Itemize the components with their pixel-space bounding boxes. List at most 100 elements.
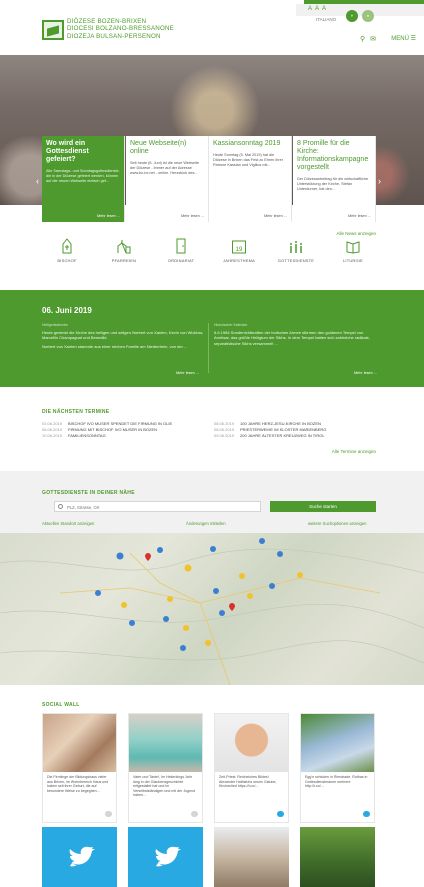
- event-title: 200 JAHRE ÄLTESTER KREUZWEG IN TIROL: [240, 433, 325, 438]
- cluster-marker[interactable]: [129, 620, 135, 626]
- news-card-text: Der Diözesanbeitrag für die wirtschaftli…: [297, 177, 369, 191]
- saints-more-link[interactable]: Mehr lesen ...: [176, 371, 199, 375]
- news-card-title: Wo wird ein Gottesdienst gefeiert?: [46, 140, 89, 163]
- historic-calendar-tag: Historischer Kalender: [214, 323, 248, 327]
- quick-link-liturgy[interactable]: LITURGIE: [328, 238, 378, 263]
- map-pin-icon[interactable]: [229, 603, 235, 611]
- news-card[interactable]: Neue Webseite(n) online Seit heute (6. J…: [126, 136, 209, 222]
- cluster-marker[interactable]: [167, 596, 173, 602]
- map-markers[interactable]: [95, 538, 303, 651]
- cluster-marker[interactable]: [259, 538, 265, 544]
- menu-label: MENÜ: [391, 36, 409, 42]
- event-item[interactable]: 10.06.2019 FAMILIENSONNTAG: [42, 433, 106, 438]
- candles-icon: [290, 241, 302, 253]
- diocese-logo-icon[interactable]: [42, 20, 64, 40]
- historic-calendar: Historischer Kalender 6.6.1984 Sonderric…: [214, 323, 380, 346]
- news-card-title: Neue Webseite(n) online: [130, 140, 187, 155]
- news-card[interactable]: Kassiansonntag 2019 Heute Sonntag (5. Ma…: [209, 136, 292, 222]
- historic-more-link[interactable]: Mehr lesen ...: [354, 371, 377, 375]
- menu-button[interactable]: MENÜ ☰: [391, 35, 416, 42]
- quick-links: BISCHOF PFARREIEN ORDINARIAT 19 JAHRESTH…: [42, 238, 378, 278]
- twitter-icon: [277, 811, 284, 817]
- cluster-marker[interactable]: [183, 625, 189, 631]
- search-icon[interactable]: ⚲: [360, 36, 365, 43]
- location-pin-icon: [58, 504, 63, 509]
- language-switch[interactable]: ITALIANO: [316, 17, 336, 22]
- cluster-marker[interactable]: [269, 583, 275, 589]
- event-title: 100 JAHRE HERZ-JESU-KIRCHE IN BOZEN: [240, 421, 321, 426]
- cluster-marker[interactable]: [213, 588, 219, 594]
- cluster-marker[interactable]: [210, 546, 216, 552]
- mass-map[interactable]: [0, 533, 424, 685]
- brand-line-lad: DIOZEJA BULSAN-PERSENON: [67, 32, 161, 40]
- map-terrain: [0, 548, 424, 664]
- cluster-marker[interactable]: [180, 645, 186, 651]
- cluster-marker[interactable]: [121, 602, 127, 608]
- social-photo-tile[interactable]: [300, 827, 375, 887]
- social-post[interactable]: Die Firmlinge der Bildungshaus vieler au…: [42, 713, 117, 823]
- quick-link-parishes[interactable]: PFARREIEN: [99, 238, 149, 263]
- quick-link-label: ORDINARIAT: [167, 258, 195, 263]
- news-card-more-link[interactable]: Mehr lesen ...: [97, 214, 120, 218]
- cluster-marker[interactable]: [247, 593, 253, 599]
- news-card[interactable]: 8 Promille für die Kirche: Informationsk…: [293, 136, 376, 222]
- current-location-link[interactable]: Aktuellen Standort anzeigen: [42, 521, 94, 526]
- map-pin-icon[interactable]: [145, 553, 151, 561]
- news-card-more-link[interactable]: Mehr lesen ...: [181, 214, 204, 218]
- cluster-marker[interactable]: [116, 552, 124, 560]
- news-carousel: Wo wird ein Gottesdienst gefeiert? Alle …: [42, 136, 376, 222]
- mail-icon[interactable]: ✉: [370, 36, 376, 43]
- social-post[interactable]: Zeit-Priest. Reicheiches Bildes! Alexand…: [214, 713, 289, 823]
- cluster-marker[interactable]: [184, 564, 192, 572]
- quick-link-bishop[interactable]: BISCHOF: [42, 238, 92, 263]
- event-date: 06.06.2019: [42, 427, 63, 432]
- event-item[interactable]: 06.06.2019 FIRMUNG MIT BISCHOF IVO MUSER …: [42, 427, 157, 432]
- award-icon[interactable]: ★: [362, 10, 374, 22]
- upcoming-heading: DIE NÄCHSTEN TERMINE: [42, 409, 110, 415]
- report-changes-link[interactable]: Änderungen mitteilen: [186, 521, 226, 526]
- event-title: BISCHOF IVO MUSER SPENDET DIE FIRMUNG IN…: [68, 421, 173, 426]
- twitter-tile[interactable]: [42, 827, 117, 887]
- carousel-next-icon[interactable]: ›: [378, 176, 381, 186]
- cluster-marker[interactable]: [95, 590, 101, 596]
- news-card-more-link[interactable]: Mehr lesen ...: [264, 214, 287, 218]
- event-item[interactable]: 08.06.2019 PRIESTERWEIHE IM KLOSTER MARIE…: [214, 427, 326, 432]
- location-search-input[interactable]: PLZ, Strasse, Ort: [54, 501, 261, 512]
- quick-link-annual-theme[interactable]: 19 JAHRESTHEMA: [214, 238, 264, 263]
- social-post-image: [129, 714, 202, 772]
- quick-link-services[interactable]: GOTTESDIENSTE: [271, 238, 321, 263]
- twitter-tile[interactable]: [128, 827, 203, 887]
- font-size-switcher[interactable]: A A A: [308, 6, 327, 12]
- cluster-marker[interactable]: [277, 551, 283, 557]
- upcoming-events: DIE NÄCHSTEN TERMINE 03.06.2019 BISCHOF I…: [0, 387, 424, 467]
- cluster-marker[interactable]: [163, 616, 169, 622]
- news-card-title: Kassiansonntag 2019: [213, 140, 281, 147]
- cluster-marker[interactable]: [297, 572, 303, 578]
- event-title: PRIESTERWEIHE IM KLOSTER MARIENBERG: [240, 427, 327, 432]
- cluster-marker[interactable]: [157, 547, 163, 553]
- social-post-text: Egg'n schicken in Rimstrade. Ruthas in G…: [305, 775, 368, 789]
- seal-icon[interactable]: ✝: [346, 10, 358, 22]
- more-search-options-link[interactable]: weitere Suchoptionen anzeigen: [308, 521, 366, 526]
- social-post-text: Die Firmlinge der Bildungshaus vieler au…: [47, 775, 109, 793]
- event-item[interactable]: 08.06.2019 100 JAHRE HERZ-JESU-KIRCHE IN …: [214, 421, 321, 426]
- diocese-name[interactable]: DIÖZESE BOZEN-BRIXEN DIOCESI BOLZANO-BRE…: [67, 18, 174, 40]
- social-photo-tile[interactable]: [214, 827, 289, 887]
- map-roads: [59, 552, 381, 685]
- cluster-marker[interactable]: [239, 573, 245, 579]
- carousel-prev-icon[interactable]: ‹: [36, 176, 39, 186]
- event-date: 03.06.2019: [42, 421, 63, 426]
- event-item[interactable]: 03.06.2019 BISCHOF IVO MUSER SPENDET DIE …: [42, 421, 172, 426]
- cluster-marker[interactable]: [219, 610, 225, 616]
- map-canvas[interactable]: [0, 533, 424, 685]
- search-start-button[interactable]: Suche starten: [270, 501, 376, 512]
- social-post[interactable]: Egg'n schicken in Rimstrade. Ruthas in G…: [300, 713, 375, 823]
- all-dates-link[interactable]: Alle Termine anzeigen: [332, 449, 376, 454]
- event-item[interactable]: 09.06.2019 200 JAHRE ÄLTESTER KREUZWEG IN…: [214, 433, 325, 438]
- social-post[interactable]: Vater und Tante!, Im Heiterkings Jahr la…: [128, 713, 203, 823]
- all-news-link[interactable]: Alle News anzeigen: [336, 231, 376, 236]
- quick-link-ordinariate[interactable]: ORDINARIAT: [156, 238, 206, 263]
- news-card[interactable]: Wo wird ein Gottesdienst gefeiert? Alle …: [42, 136, 125, 222]
- news-card-more-link[interactable]: Mehr lesen ...: [348, 214, 371, 218]
- cluster-marker[interactable]: [205, 640, 211, 646]
